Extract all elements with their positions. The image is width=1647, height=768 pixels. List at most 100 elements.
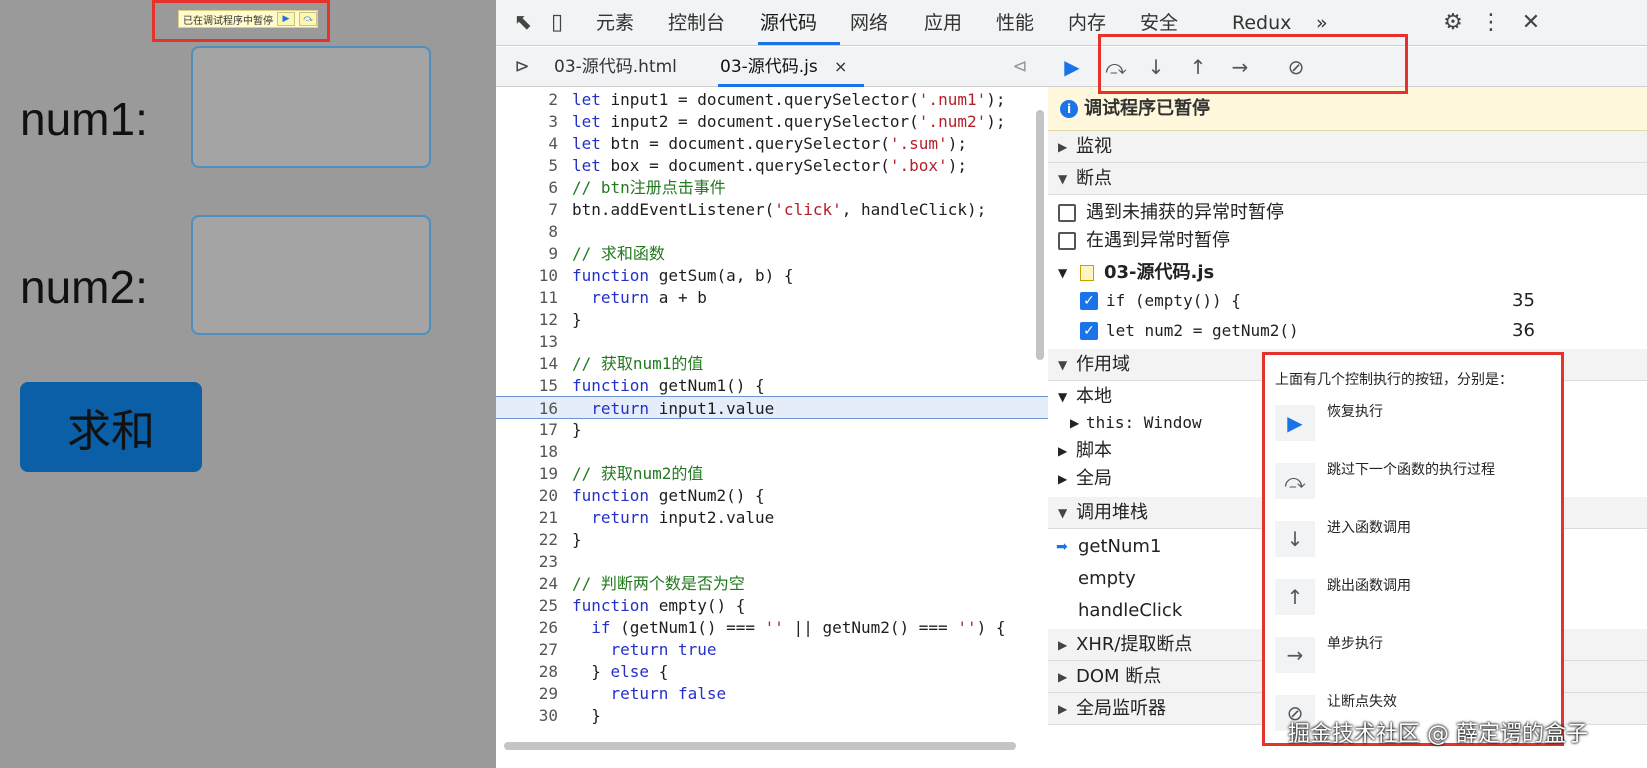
line-number[interactable]: 8 bbox=[496, 220, 558, 243]
js-file-icon bbox=[1080, 265, 1094, 281]
line-number[interactable]: 29 bbox=[496, 682, 558, 705]
breakpoint-item[interactable]: ✓ if (empty()) { 35 bbox=[1048, 287, 1601, 315]
line-number[interactable]: 16 bbox=[496, 397, 558, 420]
code-line[interactable]: 22} bbox=[496, 528, 1089, 551]
pause-uncaught-checkbox[interactable] bbox=[1058, 204, 1076, 222]
code-line[interactable]: 30 } bbox=[496, 704, 1089, 727]
close-tab-icon[interactable]: × bbox=[834, 47, 847, 87]
line-number[interactable]: 3 bbox=[496, 110, 558, 133]
tab-performance[interactable]: 性能 bbox=[996, 0, 1034, 46]
breakpoint-file-row[interactable]: ▼ 03-源代码.js bbox=[1048, 259, 1601, 287]
num1-label: num1: bbox=[20, 93, 148, 145]
code-line[interactable]: 8 bbox=[496, 220, 1089, 243]
code-line[interactable]: 7 btn.addEventListener('click', handleCli… bbox=[496, 198, 1089, 221]
pause-caught-row[interactable]: 在遇到异常时暂停 bbox=[1048, 227, 1601, 255]
toggle-navigator-icon[interactable]: ⊳ bbox=[510, 47, 534, 87]
section-watch[interactable]: ▶ 监视 bbox=[1048, 131, 1647, 163]
line-number[interactable]: 10 bbox=[496, 264, 558, 287]
breakpoint-checkbox[interactable]: ✓ bbox=[1080, 322, 1098, 340]
call-frame-name: getNum1 bbox=[1078, 536, 1162, 557]
inspect-element-icon[interactable]: ⬉ bbox=[508, 0, 538, 46]
code-line[interactable]: 21 return input2.value bbox=[496, 506, 1089, 529]
line-number[interactable]: 20 bbox=[496, 484, 558, 507]
code-line[interactable]: 24 // 判断两个数是否为空 bbox=[496, 572, 1089, 595]
editor-vertical-scrollbar[interactable] bbox=[1036, 110, 1044, 360]
code-line[interactable]: 27 return true bbox=[496, 638, 1089, 661]
code-line[interactable]: 14 // 获取num1的值 bbox=[496, 352, 1089, 375]
code-line[interactable]: 23 bbox=[496, 550, 1089, 573]
code-line[interactable]: 10 function getSum(a, b) { bbox=[496, 264, 1089, 287]
file-tab-js[interactable]: 03-源代码.js bbox=[720, 47, 818, 87]
code-line[interactable]: 28 } else { bbox=[496, 660, 1089, 683]
num2-input[interactable] bbox=[191, 215, 431, 335]
line-number[interactable]: 25 bbox=[496, 594, 558, 617]
code-line[interactable]: 2 let input1 = document.querySelector('.n… bbox=[496, 88, 1089, 111]
line-number[interactable]: 18 bbox=[496, 440, 558, 463]
file-tab-html[interactable]: 03-源代码.html bbox=[554, 47, 677, 87]
toggle-debugger-icon[interactable]: ⊲ bbox=[1008, 47, 1032, 87]
code-line[interactable]: 3 let input2 = document.querySelector('.n… bbox=[496, 110, 1089, 133]
devtools-tab-bar: ⬉ ▯ 元素 控制台 源代码 网络 应用 性能 内存 安全 Redux » ⚙ … bbox=[496, 0, 1647, 46]
settings-icon[interactable]: ⚙ bbox=[1436, 0, 1470, 46]
line-number[interactable]: 30 bbox=[496, 704, 558, 727]
active-tab-underline bbox=[758, 42, 840, 45]
code-line[interactable]: 17} bbox=[496, 418, 1089, 441]
code-line[interactable]: 29 return false bbox=[496, 682, 1089, 705]
code-line[interactable]: 18 bbox=[496, 440, 1089, 463]
sum-button[interactable]: 求和 bbox=[20, 382, 202, 472]
line-number[interactable]: 21 bbox=[496, 506, 558, 529]
section-breakpoints[interactable]: ▼ 断点 bbox=[1048, 163, 1647, 195]
line-number[interactable]: 22 bbox=[496, 528, 558, 551]
line-number[interactable]: 7 bbox=[496, 198, 558, 221]
code-line[interactable]: 16 return input1.value bbox=[496, 396, 1089, 420]
highlight-box-toolbar bbox=[1098, 34, 1408, 94]
code-line[interactable]: 19 // 获取num2的值 bbox=[496, 462, 1089, 485]
line-number[interactable]: 4 bbox=[496, 132, 558, 155]
line-number[interactable]: 5 bbox=[496, 154, 558, 177]
code-line[interactable]: 6 // btn注册点击事件 bbox=[496, 176, 1089, 199]
code-editor[interactable]: 2 let input1 = document.querySelector('.n… bbox=[496, 88, 1090, 754]
info-icon: i bbox=[1060, 100, 1078, 118]
line-number[interactable]: 6 bbox=[496, 176, 558, 199]
line-number[interactable]: 11 bbox=[496, 286, 558, 309]
line-number[interactable]: 13 bbox=[496, 330, 558, 353]
code-line[interactable]: 9 // 求和函数 bbox=[496, 242, 1089, 265]
more-options-icon[interactable]: ⋮ bbox=[1476, 0, 1506, 46]
line-number[interactable]: 28 bbox=[496, 660, 558, 683]
line-number[interactable]: 19 bbox=[496, 462, 558, 485]
tab-elements[interactable]: 元素 bbox=[596, 0, 634, 46]
editor-horizontal-scrollbar[interactable] bbox=[504, 742, 1016, 750]
code-line[interactable]: 12} bbox=[496, 308, 1089, 331]
line-number[interactable]: 17 bbox=[496, 418, 558, 441]
code-line[interactable]: 11 return a + b bbox=[496, 286, 1089, 309]
tab-console[interactable]: 控制台 bbox=[668, 0, 725, 46]
line-number[interactable]: 2 bbox=[496, 88, 558, 111]
close-icon[interactable]: ✕ bbox=[1516, 0, 1546, 46]
line-number[interactable]: 12 bbox=[496, 308, 558, 331]
code-line[interactable]: 26 if (getNum1() === '' || getNum2() ===… bbox=[496, 616, 1089, 639]
line-number[interactable]: 14 bbox=[496, 352, 558, 375]
code-line[interactable]: 4 let btn = document.querySelector('.sum'… bbox=[496, 132, 1089, 155]
num1-input[interactable] bbox=[191, 46, 431, 168]
line-number[interactable]: 23 bbox=[496, 550, 558, 573]
device-toolbar-icon[interactable]: ▯ bbox=[542, 0, 572, 46]
tab-application[interactable]: 应用 bbox=[924, 0, 962, 46]
resume-button[interactable]: ▶ bbox=[1052, 47, 1092, 87]
code-line[interactable]: 20 function getNum2() { bbox=[496, 484, 1089, 507]
pause-caught-checkbox[interactable] bbox=[1058, 232, 1076, 250]
code-line[interactable]: 25 function empty() { bbox=[496, 594, 1089, 617]
tab-sources[interactable]: 源代码 bbox=[760, 0, 817, 46]
line-number[interactable]: 15 bbox=[496, 374, 558, 397]
breakpoint-checkbox[interactable]: ✓ bbox=[1080, 292, 1098, 310]
line-number[interactable]: 9 bbox=[496, 242, 558, 265]
line-number[interactable]: 27 bbox=[496, 638, 558, 661]
tab-network[interactable]: 网络 bbox=[850, 0, 888, 46]
line-number[interactable]: 24 bbox=[496, 572, 558, 595]
pause-uncaught-row[interactable]: 遇到未捕获的异常时暂停 bbox=[1048, 199, 1601, 227]
code-line[interactable]: 5 let box = document.querySelector('.box'… bbox=[496, 154, 1089, 177]
code-line[interactable]: 15 function getNum1() { bbox=[496, 374, 1089, 397]
breakpoint-item[interactable]: ✓ let num2 = getNum2() 36 bbox=[1048, 317, 1601, 345]
line-number[interactable]: 26 bbox=[496, 616, 558, 639]
annotation-callout: 上面有几个控制执行的按钮，分别是： ▶ 恢复执行 ⤼ 跳过下一个函数的执行过程 … bbox=[1262, 352, 1564, 746]
code-line[interactable]: 13 bbox=[496, 330, 1089, 353]
